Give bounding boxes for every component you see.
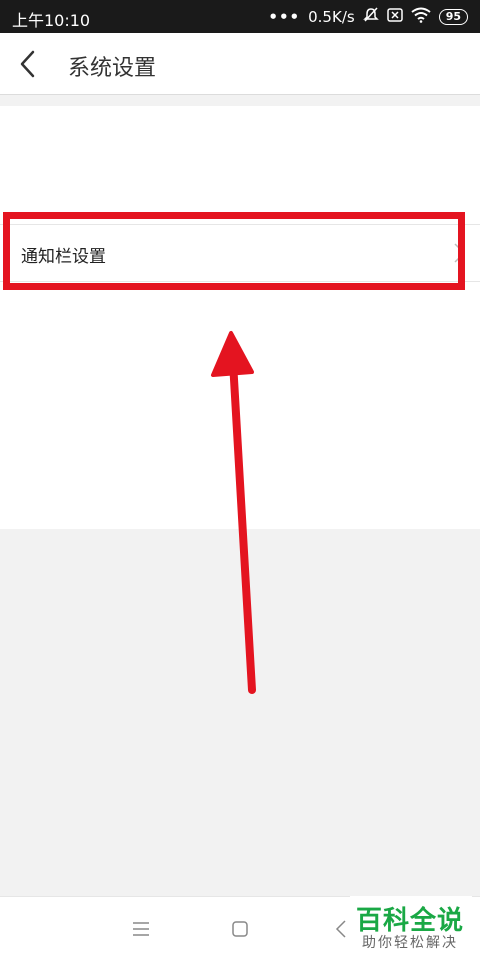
- status-more-dots: •••: [268, 8, 301, 26]
- battery-icon: 95: [438, 9, 468, 25]
- status-bar: 上午10:10 ••• 0.5K/s 95: [0, 0, 480, 33]
- wifi-icon: [411, 7, 431, 27]
- status-icons: ••• 0.5K/s 95: [268, 7, 468, 27]
- app-header: 系统设置: [0, 33, 480, 95]
- status-time: 上午10:10: [12, 11, 91, 30]
- settings-content: 通知栏设置: [0, 106, 480, 529]
- mute-icon: [362, 7, 379, 27]
- watermark-logo: 百科全说 助你轻松解决: [350, 896, 472, 956]
- sim-off-icon: [386, 8, 403, 26]
- network-speed: 0.5K/s: [308, 8, 355, 26]
- back-button[interactable]: [12, 47, 46, 81]
- highlight-annotation-box: [3, 212, 465, 290]
- home-square-icon: [232, 921, 248, 937]
- home-button[interactable]: [226, 915, 254, 943]
- watermark-subtitle: 助你轻松解决: [362, 935, 458, 951]
- menu-button[interactable]: [127, 915, 155, 943]
- menu-icon: [133, 922, 149, 936]
- page-title: 系统设置: [68, 56, 157, 81]
- chevron-left-icon: [20, 50, 35, 78]
